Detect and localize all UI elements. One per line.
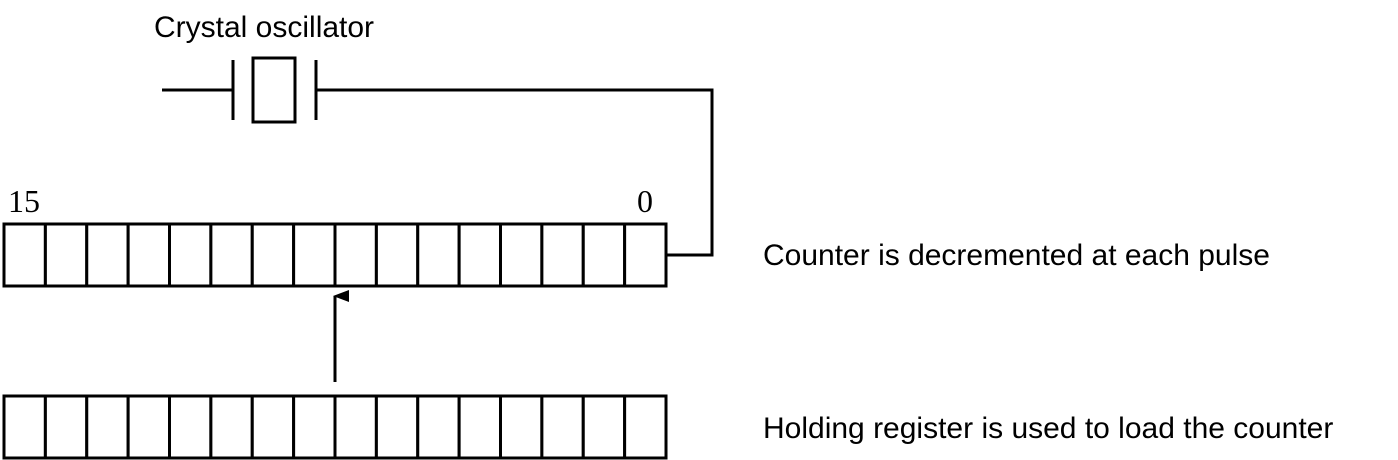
holding-bit-cell bbox=[43, 394, 89, 460]
holding-bit-cell bbox=[374, 394, 420, 460]
counter-bit-cell bbox=[333, 222, 378, 288]
counter-description: Counter is decremented at each pulse bbox=[763, 239, 1270, 272]
counter-bit-cell bbox=[374, 222, 420, 288]
counter-bit-cell bbox=[581, 222, 627, 288]
counter-bit-cell bbox=[250, 222, 296, 288]
holding-bit-cell bbox=[623, 394, 668, 460]
oscillator-label: Crystal oscillator bbox=[154, 11, 374, 44]
oscillator-crystal bbox=[251, 56, 297, 124]
holding-register-description: Holding register is used to load the cou… bbox=[763, 412, 1333, 445]
holding-bit-cell bbox=[292, 394, 337, 460]
counter-bit-cell bbox=[168, 222, 213, 288]
counter-bit-cell bbox=[292, 222, 337, 288]
bit-15-label: 15 bbox=[8, 183, 40, 219]
diagram-canvas: Crystal oscillator 15 0 Counter is decre… bbox=[0, 0, 1398, 460]
holding-bit-cell bbox=[457, 394, 503, 460]
holding-bit-cell bbox=[209, 394, 254, 460]
counter-bit-cell bbox=[623, 222, 668, 288]
holding-bit-cell bbox=[581, 394, 627, 460]
counter-bit-cell bbox=[43, 222, 89, 288]
counter-bit-cell bbox=[126, 222, 172, 288]
counter-bit-cell bbox=[2, 222, 47, 288]
holding-register bbox=[2, 394, 668, 460]
holding-bit-cell bbox=[85, 394, 130, 460]
counter-bit-cell bbox=[209, 222, 254, 288]
holding-bit-cell bbox=[250, 394, 296, 460]
counter-bit-cell bbox=[85, 222, 130, 288]
holding-bit-cell bbox=[540, 394, 585, 460]
holding-bit-cell bbox=[2, 394, 47, 460]
holding-bit-cell bbox=[126, 394, 172, 460]
holding-bit-cell bbox=[168, 394, 213, 460]
counter-register bbox=[2, 222, 668, 288]
holding-bit-cell bbox=[499, 394, 544, 460]
counter-bit-cell bbox=[416, 222, 461, 288]
holding-bit-cell bbox=[333, 394, 378, 460]
counter-bit-cell bbox=[499, 222, 544, 288]
counter-bit-cell bbox=[540, 222, 585, 288]
counter-bit-cell bbox=[457, 222, 503, 288]
timer-diagram: Crystal oscillator 15 0 Counter is decre… bbox=[2, 11, 1333, 460]
bit-0-label: 0 bbox=[637, 183, 653, 219]
holding-bit-cell bbox=[416, 394, 461, 460]
